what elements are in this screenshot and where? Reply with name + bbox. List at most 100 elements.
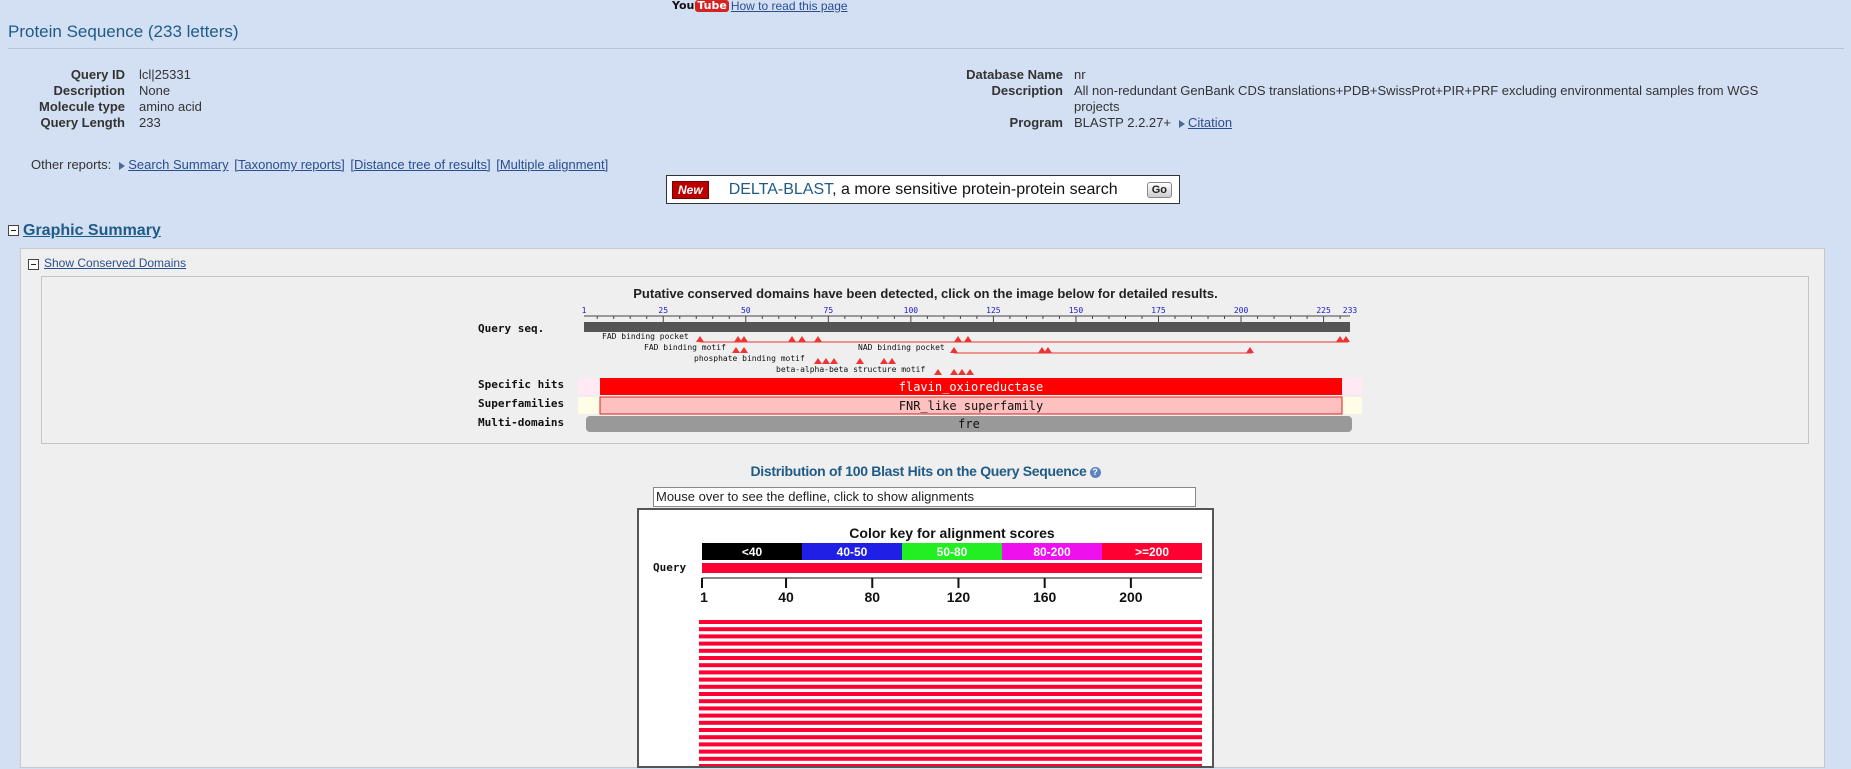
axis-tick-label: 120: [947, 589, 971, 605]
axis-tick-label: 80: [864, 589, 880, 605]
site-marker: [950, 347, 958, 353]
feature-row-fad-motif[interactable]: FAD binding motif NAD binding pocket: [644, 343, 1254, 354]
ruler-tick-label: 175: [1151, 306, 1166, 315]
delta-blast-banner[interactable]: New DELTA-BLAST, a more sensitive protei…: [666, 175, 1180, 204]
query-label: Query: [653, 561, 686, 574]
citation-link[interactable]: Citation: [1188, 115, 1232, 130]
conserved-domains-graphic[interactable]: Query seq. 1 25 50 75 100 125 150 175 200 225 233 …: [470, 302, 1390, 437]
site-marker: [950, 369, 958, 375]
hit-line[interactable]: [699, 764, 1202, 768]
site-marker: [798, 336, 806, 342]
site-marker: [732, 347, 740, 353]
site-marker: [696, 336, 704, 342]
hit-line[interactable]: [699, 620, 1202, 624]
hit-line[interactable]: [699, 627, 1202, 632]
distance-tree-link[interactable]: [Distance tree of results]: [350, 157, 490, 172]
graphic-summary-heading: Graphic Summary: [23, 222, 161, 240]
citation-arrow-icon: [1178, 119, 1185, 128]
page-title: Protein Sequence (233 letters): [8, 22, 239, 41]
axis-tick-label: 40: [778, 589, 794, 605]
color-key-label: >=200: [1135, 545, 1169, 559]
specific-hit-name: flavin_oxioreductase: [899, 380, 1044, 394]
hit-lines[interactable]: [699, 620, 1202, 768]
site-marker: [1342, 336, 1350, 342]
hit-line[interactable]: [699, 713, 1202, 718]
axis-ticks: 1 40 80 120 160 200: [700, 578, 1143, 605]
hit-line[interactable]: [699, 706, 1202, 711]
multiple-alignment-link[interactable]: [Multiple alignment]: [496, 157, 608, 172]
specific-hits-bg-left: [578, 378, 600, 395]
query-desc-value: None: [139, 83, 171, 98]
hit-line[interactable]: [699, 720, 1202, 725]
feature-label-phosphate-binding-motif: phosphate binding motif: [694, 354, 805, 363]
hit-line[interactable]: [699, 692, 1202, 696]
search-summary-link[interactable]: Search Summary: [128, 157, 228, 172]
database-name-value: nr: [1074, 67, 1086, 82]
database-desc-value-line2: projects: [1074, 99, 1120, 114]
query-id-value: lcl|25331: [139, 67, 191, 82]
molecule-type-label: Molecule type: [39, 99, 125, 114]
show-conserved-domains-link[interactable]: Show Conserved Domains: [44, 256, 186, 270]
site-marker: [1246, 347, 1254, 353]
taxonomy-reports-link[interactable]: [Taxonomy reports]: [234, 157, 345, 172]
site-marker: [740, 336, 748, 342]
color-key-label: 50-80: [937, 545, 968, 559]
youtube-logo-icon[interactable]: You Tube: [672, 0, 729, 12]
program-label: Program: [1009, 115, 1063, 130]
ruler-tick-label: 1: [582, 306, 587, 315]
hit-line[interactable]: [699, 641, 1202, 646]
feature-row-phosphate-motif[interactable]: phosphate binding motif: [694, 354, 896, 364]
molecule-type-value: amino acid: [139, 99, 202, 114]
query-id-label: Query ID: [70, 67, 125, 82]
feature-row-fad-pocket[interactable]: FAD binding pocket: [602, 332, 1350, 343]
query-length-value: 233: [139, 115, 161, 130]
site-marker: [964, 336, 972, 342]
color-key-label: <40: [742, 545, 763, 559]
program-value: BLASTP 2.2.27+ Citation: [1074, 115, 1233, 130]
help-icon[interactable]: ?: [1089, 466, 1101, 478]
collapse-conserved-domains-icon[interactable]: [28, 259, 39, 270]
database-desc-value-line1: All non-redundant GenBank CDS translatio…: [1074, 83, 1759, 98]
hit-line[interactable]: [699, 735, 1202, 740]
feature-label-nad-binding-pocket: NAD binding pocket: [858, 343, 945, 352]
title-divider: [8, 48, 1844, 49]
ruler-tick-label: 75: [824, 306, 834, 315]
ruler-tick-label: 200: [1234, 306, 1249, 315]
site-marker: [856, 358, 864, 364]
hit-line[interactable]: [699, 677, 1202, 682]
site-marker: [822, 358, 830, 364]
query-desc-label: Description: [53, 83, 125, 98]
site-marker: [966, 369, 974, 375]
hit-line[interactable]: [699, 756, 1202, 761]
delta-go-button[interactable]: Go: [1146, 181, 1172, 198]
other-reports: Other reports: Search Summary [Taxonomy r…: [31, 157, 609, 172]
youtube-help[interactable]: You Tube How to read this page: [672, 0, 848, 13]
alignment-overview-panel: Color key for alignment scores <40 40-50 5…: [637, 508, 1214, 768]
axis-tick-label: 1: [700, 589, 708, 605]
feature-label-beta-alpha-beta-motif: beta-alpha-beta structure motif: [776, 365, 925, 374]
feature-row-bab-motif[interactable]: beta-alpha-beta structure motif: [776, 365, 974, 375]
query-sequence-bar: [584, 322, 1350, 332]
delta-blast-text: DELTA-BLAST, a more sensitive protein-pr…: [728, 180, 1118, 198]
alignment-overview-graphic[interactable]: Color key for alignment scores <40 40-50 5…: [639, 510, 1212, 768]
graphic-summary-link[interactable]: Graphic Summary: [23, 222, 161, 239]
hit-line[interactable]: [699, 656, 1202, 660]
conserved-domains-message: Putative conserved domains have been det…: [633, 286, 1218, 301]
site-marker: [740, 347, 748, 353]
site-marker: [814, 336, 822, 342]
defline-box: Mouse over to see the defline, click to …: [653, 487, 1196, 507]
site-marker: [830, 358, 838, 364]
hit-line[interactable]: [699, 670, 1202, 675]
hit-line[interactable]: [699, 742, 1202, 747]
hit-line[interactable]: [699, 684, 1202, 689]
search-summary-arrow-icon: [119, 161, 126, 170]
hit-line[interactable]: [699, 728, 1202, 732]
hit-line[interactable]: [699, 699, 1202, 704]
how-to-read-link[interactable]: How to read this page: [731, 0, 848, 13]
ruler-tick-label: 25: [658, 306, 668, 315]
hit-line[interactable]: [699, 663, 1202, 668]
collapse-graphic-summary-icon[interactable]: [8, 225, 19, 236]
axis-tick-label: 160: [1033, 589, 1057, 605]
hit-line[interactable]: [699, 648, 1202, 653]
hit-line[interactable]: [699, 634, 1202, 639]
